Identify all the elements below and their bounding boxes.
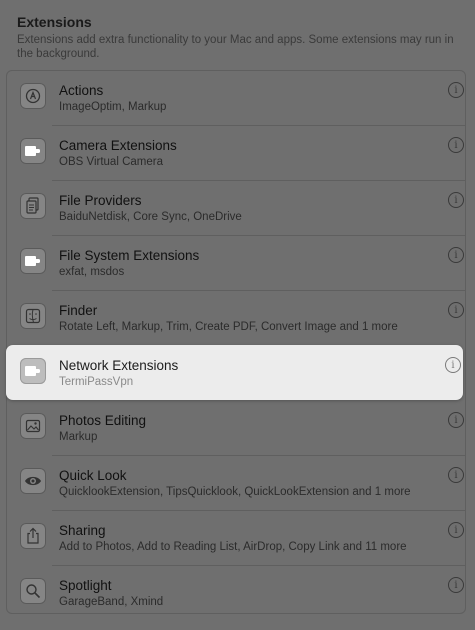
extension-row-spotlight[interactable]: Spotlight GarageBand, Xmind i [6, 565, 466, 620]
section-description: Extensions add extra functionality to yo… [17, 34, 454, 60]
magnifier-icon [20, 578, 46, 604]
actions-icon [20, 83, 46, 109]
documents-icon [20, 193, 46, 219]
extension-title: Spotlight [59, 578, 112, 593]
extension-subtitle: Add to Photos, Add to Reading List, AirD… [59, 541, 407, 553]
share-icon [20, 523, 46, 549]
extension-title: Finder [59, 303, 98, 318]
extension-title: Actions [59, 83, 104, 98]
extension-title: File System Extensions [59, 248, 200, 263]
extension-title: Photos Editing [59, 413, 147, 428]
eye-icon [20, 468, 46, 494]
extension-subtitle: GarageBand, Xmind [59, 596, 164, 608]
extension-row-file-system-extensions[interactable]: File System Extensions exfat, msdos i [6, 235, 466, 290]
info-icon[interactable]: i [448, 247, 464, 263]
info-icon[interactable]: i [445, 357, 461, 373]
extension-subtitle: TermiPassVpn [59, 376, 134, 388]
info-icon[interactable]: i [448, 82, 464, 98]
info-icon[interactable]: i [448, 522, 464, 538]
extension-subtitle: QuicklookExtension, TipsQuicklook, Quick… [59, 486, 411, 498]
extension-row-actions[interactable]: Actions ImageOptim, Markup i [6, 70, 466, 125]
info-icon[interactable]: i [448, 302, 464, 318]
info-icon[interactable]: i [448, 192, 464, 208]
extension-title: Sharing [59, 523, 106, 538]
extension-row-quick-look[interactable]: Quick Look QuicklookExtension, TipsQuickl… [6, 455, 466, 510]
extension-row-finder[interactable]: Finder Rotate Left, Markup, Trim, Create … [6, 290, 466, 345]
extension-title: Quick Look [59, 468, 127, 483]
info-icon[interactable]: i [448, 137, 464, 153]
extension-subtitle: OBS Virtual Camera [59, 156, 163, 168]
extension-row-sharing[interactable]: Sharing Add to Photos, Add to Reading Lis… [6, 510, 466, 565]
section-title: Extensions [17, 14, 92, 30]
extension-subtitle: Rotate Left, Markup, Trim, Create PDF, C… [59, 321, 398, 333]
photo-icon [20, 413, 46, 439]
info-icon[interactable]: i [448, 412, 464, 428]
extension-puzzle-icon [20, 358, 46, 384]
extension-title: Network Extensions [59, 358, 179, 373]
extension-subtitle: exfat, msdos [59, 266, 125, 278]
extension-row-camera-extensions[interactable]: Camera Extensions OBS Virtual Camera i [6, 125, 466, 180]
extension-puzzle-icon [20, 138, 46, 164]
extension-subtitle: Markup [59, 431, 98, 443]
extension-title: Camera Extensions [59, 138, 177, 153]
info-icon[interactable]: i [448, 467, 464, 483]
extensions-header: Extensions Extensions add extra function… [17, 14, 463, 61]
extension-subtitle: ImageOptim, Markup [59, 101, 167, 113]
extension-row-photos-editing[interactable]: Photos Editing Markup i [6, 400, 466, 455]
extension-subtitle: BaiduNetdisk, Core Sync, OneDrive [59, 211, 242, 223]
extension-puzzle-icon [20, 248, 46, 274]
extension-row-file-providers[interactable]: File Providers BaiduNetdisk, Core Sync, O… [6, 180, 466, 235]
extension-row-network-extensions[interactable]: Network Extensions TermiPassVpn i [6, 345, 463, 400]
finder-icon [20, 303, 46, 329]
info-icon[interactable]: i [448, 577, 464, 593]
extension-title: File Providers [59, 193, 142, 208]
